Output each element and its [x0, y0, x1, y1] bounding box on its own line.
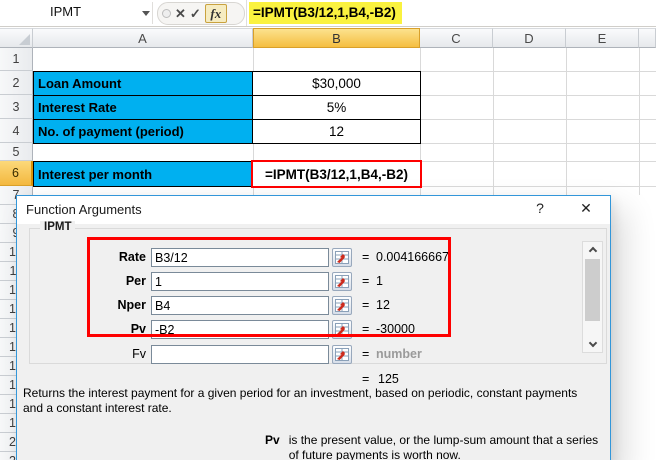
nper-input[interactable] — [151, 296, 329, 315]
row-header-5[interactable]: 5 — [0, 143, 33, 161]
row-header-1[interactable]: 1 — [0, 48, 33, 71]
pv-label: Pv — [130, 322, 146, 336]
cancel-entry-icon[interactable]: ✕ — [175, 4, 186, 24]
result-equals-sign: = — [362, 372, 370, 386]
dialog-titlebar[interactable]: Function Arguments — [17, 196, 610, 224]
confirm-entry-icon[interactable]: ✓ — [190, 4, 201, 24]
function-name-label: IPMT — [40, 221, 76, 233]
argument-help: Pv is the present value, or the lump-sum… — [265, 433, 607, 460]
cell-B2[interactable]: $30,000 — [252, 71, 421, 96]
chevron-down-icon — [588, 338, 597, 348]
corner-triangle-icon — [19, 34, 30, 45]
argument-help-term: Pv — [265, 433, 280, 447]
pv-input[interactable] — [151, 320, 329, 339]
cell-A6[interactable]: Interest per month — [33, 161, 253, 187]
argument-row-fv: Fv = number — [17, 345, 610, 364]
formula-toolbar: IPMT ✕ ✓ fx =IPMT(B3/12,1,B4,-B2) — [0, 0, 656, 27]
per-input[interactable] — [151, 272, 329, 291]
range-selector-icon[interactable] — [332, 296, 352, 315]
function-arguments-dialog: Function Arguments ? ✕ IPMT Rate = 0.004… — [16, 195, 611, 460]
scroll-down-icon[interactable] — [583, 337, 602, 352]
equals-sign: = — [362, 322, 370, 336]
range-selector-glyph — [335, 251, 349, 264]
column-header-C[interactable]: C — [420, 28, 493, 48]
range-selector-glyph — [335, 323, 349, 336]
range-selector-glyph — [335, 299, 349, 312]
rate-label: Rate — [118, 250, 146, 264]
column-header-row: ABCDE — [0, 28, 656, 48]
cell-A2[interactable]: Loan Amount — [33, 71, 253, 96]
help-button[interactable]: ? — [529, 200, 551, 220]
formula-bar[interactable]: =IPMT(B3/12,1,B4,-B2) — [246, 0, 656, 26]
argument-row-per: Per = 1 — [17, 272, 610, 291]
argument-row-pv: Pv = -30000 — [17, 320, 610, 339]
scroll-up-icon[interactable] — [583, 242, 602, 257]
rate-input[interactable] — [151, 248, 329, 267]
argument-row-nper: Nper = 12 — [17, 296, 610, 315]
column-header-A[interactable]: A — [33, 28, 253, 48]
column-header-filler — [639, 28, 656, 48]
nper-label: Nper — [117, 298, 146, 312]
nper-result: 12 — [376, 298, 390, 312]
equals-sign: = — [362, 250, 370, 264]
select-all-corner[interactable] — [0, 28, 33, 48]
function-description: Returns the interest payment for a given… — [23, 386, 578, 415]
per-label: Per — [125, 274, 146, 288]
range-selector-glyph — [335, 275, 349, 288]
dialog-title: Function Arguments — [26, 202, 142, 217]
pv-result: -30000 — [376, 322, 415, 336]
row-header-3[interactable]: 3 — [0, 95, 33, 119]
range-selector-icon[interactable] — [332, 345, 352, 364]
name-box-dropdown-icon[interactable] — [142, 11, 150, 16]
name-box-value: IPMT — [50, 4, 82, 19]
cell-A4[interactable]: No. of payment (period) — [33, 119, 253, 144]
formula-result-value: 125 — [378, 372, 399, 386]
column-header-E[interactable]: E — [566, 28, 639, 48]
range-selector-icon[interactable] — [332, 248, 352, 267]
column-header-B[interactable]: B — [253, 28, 420, 48]
fv-result: number — [376, 347, 422, 361]
formula-button-cluster: ✕ ✓ fx — [157, 2, 245, 25]
cell-A3[interactable]: Interest Rate — [33, 95, 253, 120]
name-box[interactable]: IPMT — [0, 0, 140, 26]
argument-row-rate: Rate = 0.004166667 — [17, 248, 610, 267]
rate-result: 0.004166667 — [376, 250, 449, 264]
equals-sign: = — [362, 298, 370, 312]
row-header-6[interactable]: 6 — [0, 161, 33, 186]
fv-input[interactable] — [151, 345, 329, 364]
equals-sign: = — [362, 347, 370, 361]
range-selector-glyph — [335, 348, 349, 361]
divider — [152, 2, 153, 24]
dialog-scrollbar[interactable] — [582, 241, 603, 353]
cell-B6-active-formula[interactable]: =IPMT(B3/12,1,B4,-B2) — [251, 160, 422, 188]
argument-help-text: is the present value, or the lump-sum am… — [288, 433, 599, 460]
scrollbar-thumb[interactable] — [585, 259, 600, 321]
chevron-up-icon — [588, 246, 597, 256]
per-result: 1 — [376, 274, 383, 288]
range-selector-icon[interactable] — [332, 272, 352, 291]
formula-bar-text: =IPMT(B3/12,1,B4,-B2) — [249, 2, 402, 24]
row-header-2[interactable]: 2 — [0, 71, 33, 95]
insert-function-icon[interactable]: fx — [204, 4, 227, 23]
cell-B3[interactable]: 5% — [252, 95, 421, 120]
cell-B4[interactable]: 12 — [252, 119, 421, 144]
row-header-4[interactable]: 4 — [0, 119, 33, 143]
equals-sign: = — [362, 274, 370, 288]
dot-icon — [162, 9, 171, 18]
column-header-D[interactable]: D — [493, 28, 566, 48]
fv-label: Fv — [132, 347, 146, 361]
close-icon[interactable]: ✕ — [573, 200, 599, 220]
range-selector-icon[interactable] — [332, 320, 352, 339]
